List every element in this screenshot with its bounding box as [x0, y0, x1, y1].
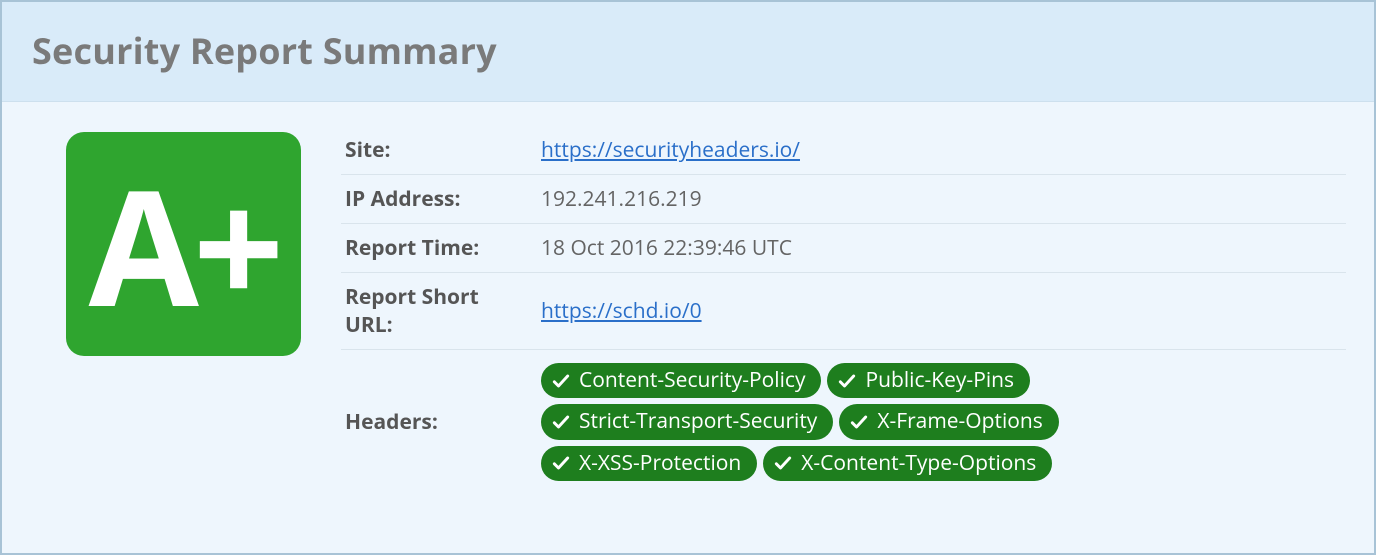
row-time: Report Time: 18 Oct 2016 22:39:46 UTC	[341, 224, 1346, 273]
label-time: Report Time:	[341, 224, 541, 273]
header-pill-label: Content-Security-Policy	[579, 366, 805, 395]
value-short-url: https://schd.io/0	[541, 273, 1346, 350]
label-ip: IP Address:	[341, 175, 541, 224]
short-url-link[interactable]: https://schd.io/0	[541, 297, 702, 325]
row-headers: Headers: Content-Security-Policy Public-K…	[341, 350, 1346, 495]
check-icon	[551, 371, 571, 391]
header-pill-label: Strict-Transport-Security	[579, 407, 817, 436]
details-table: Site: https://securityheaders.io/ IP Add…	[341, 126, 1346, 494]
header-pill: X-Frame-Options	[839, 404, 1058, 439]
value-ip: 192.241.216.219	[541, 175, 1346, 224]
check-icon	[837, 371, 857, 391]
panel-header: Security Report Summary	[2, 2, 1374, 102]
header-pill: X-XSS-Protection	[541, 446, 757, 481]
label-site: Site:	[341, 126, 541, 175]
header-pill-row: Strict-Transport-Security X-Frame-Options	[541, 401, 1336, 442]
value-site: https://securityheaders.io/	[541, 126, 1346, 175]
check-icon	[849, 412, 869, 432]
panel-title: Security Report Summary	[32, 26, 1344, 75]
header-pill-row: Content-Security-Policy Public-Key-Pins	[541, 360, 1336, 401]
header-pill-row: X-XSS-Protection X-Content-Type-Options	[541, 443, 1336, 484]
header-pill-label: X-XSS-Protection	[579, 449, 741, 478]
value-headers: Content-Security-Policy Public-Key-Pins St…	[541, 350, 1346, 495]
header-pill-label: X-Frame-Options	[877, 407, 1042, 436]
label-headers: Headers:	[341, 350, 541, 495]
label-short-url: Report Short URL:	[341, 273, 541, 350]
header-pill-label: Public-Key-Pins	[865, 366, 1014, 395]
panel-body: A+ Site: https://securityheaders.io/ IP …	[2, 102, 1374, 524]
check-icon	[551, 412, 571, 432]
row-site: Site: https://securityheaders.io/	[341, 126, 1346, 175]
header-pill: X-Content-Type-Options	[763, 446, 1052, 481]
header-pill: Content-Security-Policy	[541, 363, 821, 398]
check-icon	[551, 453, 571, 473]
header-pill-label: X-Content-Type-Options	[801, 449, 1036, 478]
security-report-panel: Security Report Summary A+ Site: https:/…	[0, 0, 1376, 555]
row-ip: IP Address: 192.241.216.219	[341, 175, 1346, 224]
header-pill: Public-Key-Pins	[827, 363, 1030, 398]
row-short-url: Report Short URL: https://schd.io/0	[341, 273, 1346, 350]
header-pill: Strict-Transport-Security	[541, 404, 833, 439]
site-link[interactable]: https://securityheaders.io/	[541, 136, 800, 164]
check-icon	[773, 453, 793, 473]
grade-badge: A+	[66, 132, 301, 356]
grade-text: A+	[89, 164, 279, 324]
value-time: 18 Oct 2016 22:39:46 UTC	[541, 224, 1346, 273]
